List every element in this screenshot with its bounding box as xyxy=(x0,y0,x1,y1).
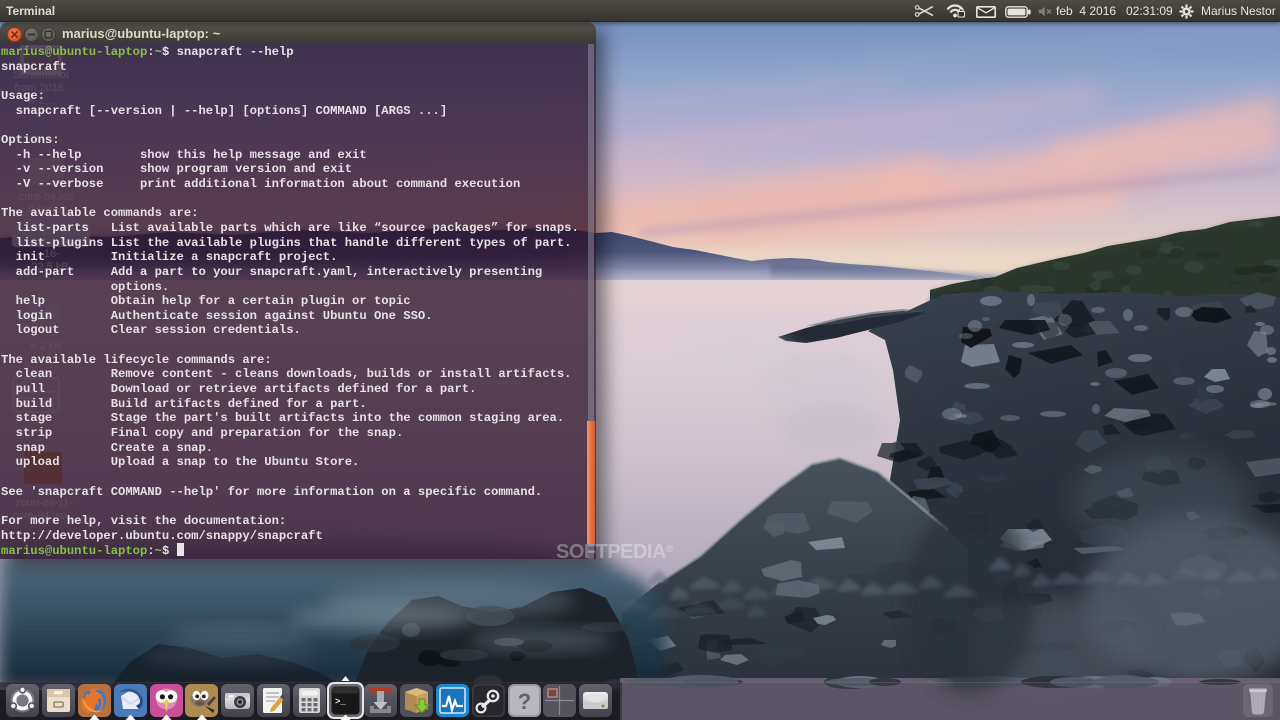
svg-text:>_: >_ xyxy=(335,697,346,707)
svg-text:?: ? xyxy=(518,689,531,714)
